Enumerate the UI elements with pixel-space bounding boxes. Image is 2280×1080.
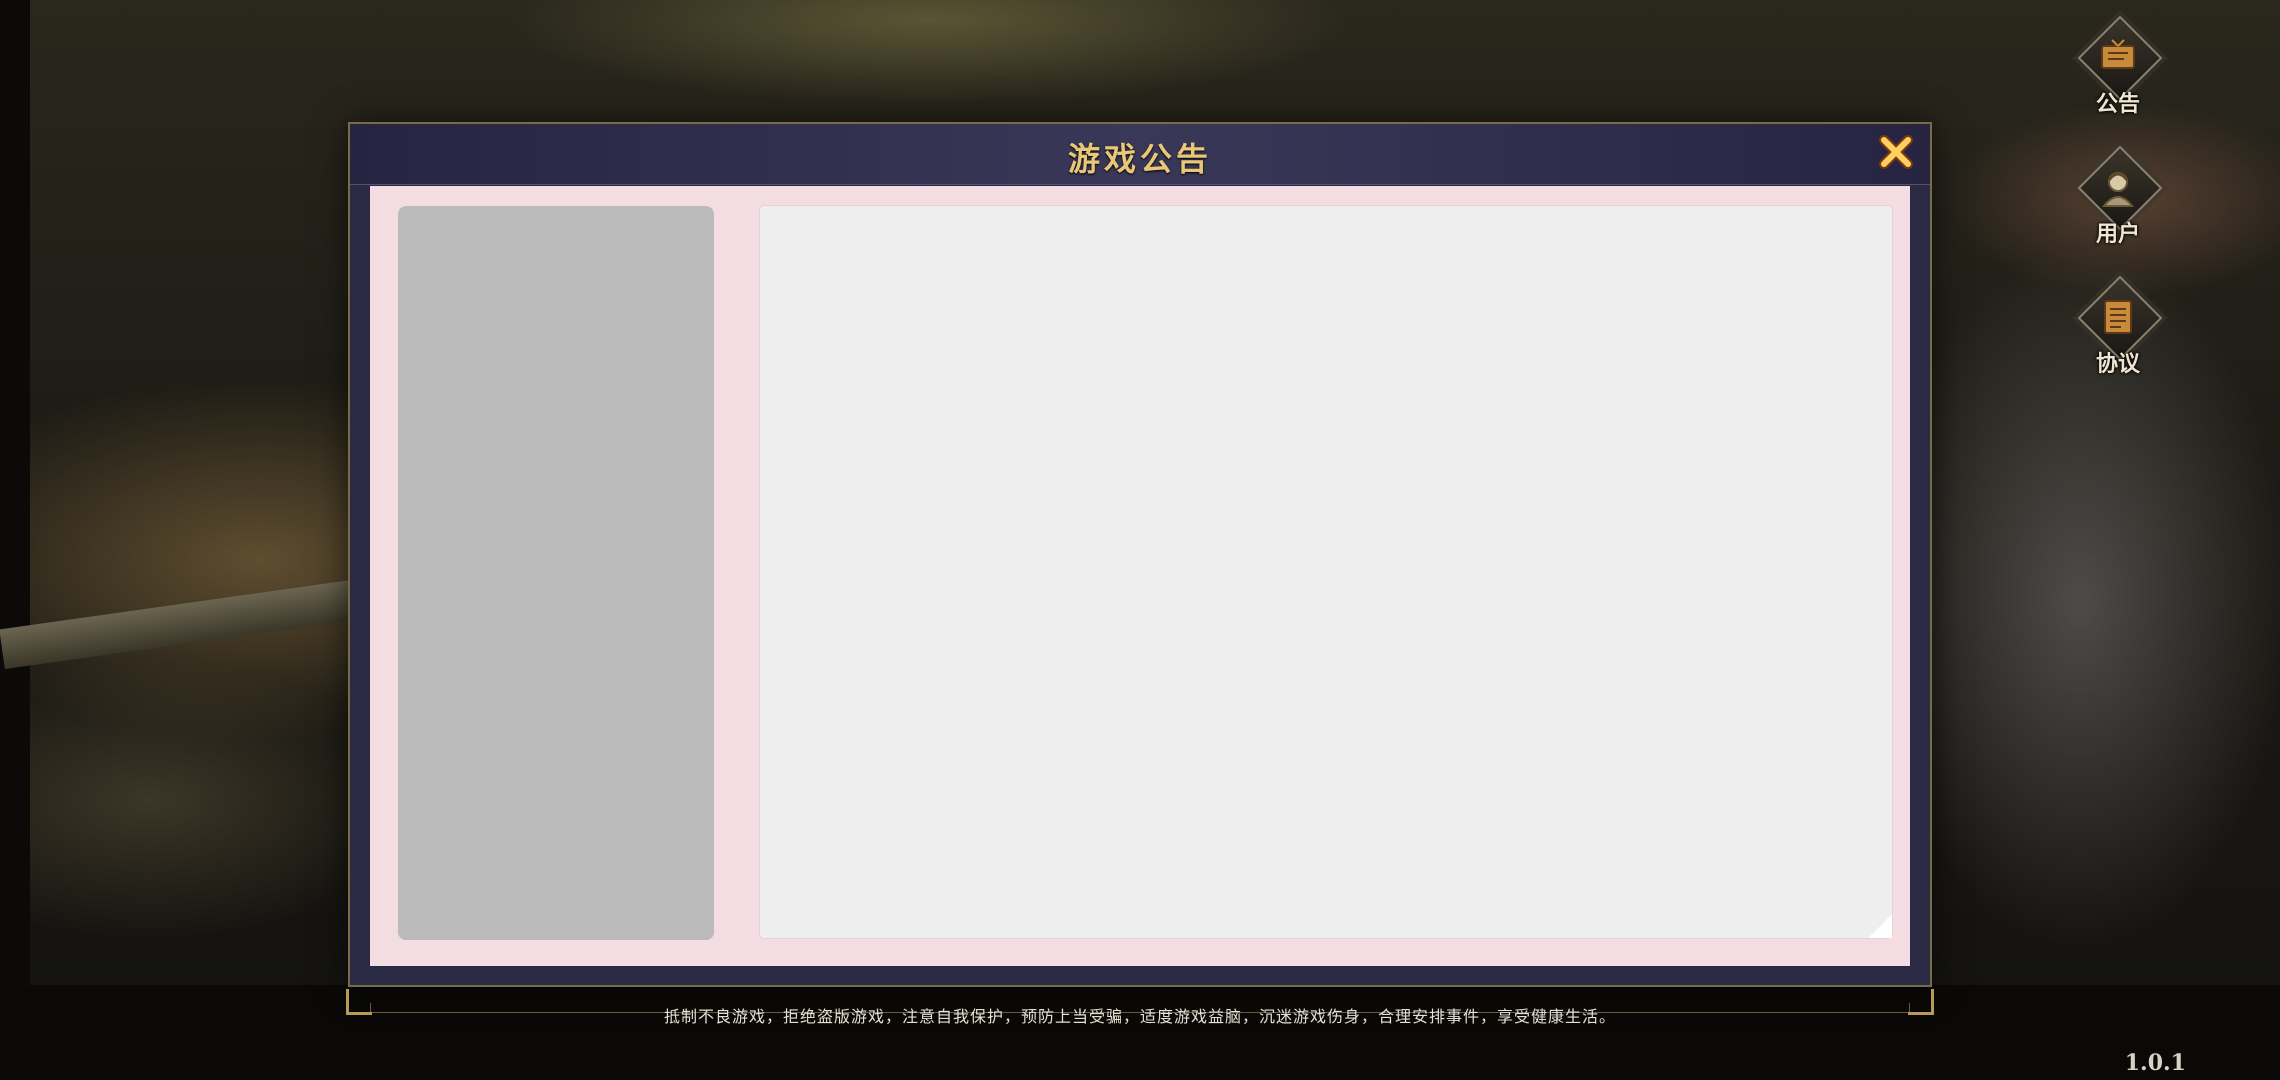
agreement-button-label: 协议: [2095, 351, 2140, 377]
announcement-dialog: 游戏公告: [346, 122, 1934, 1015]
page-curl-decoration: [1868, 914, 1892, 938]
version-label: 1.0.1: [2124, 1050, 2186, 1076]
user-avatar-icon: [2070, 168, 2166, 212]
user-button[interactable]: 用户: [2070, 145, 2166, 252]
document-icon: [2070, 298, 2166, 340]
announcement-list[interactable]: [398, 206, 714, 940]
user-button-label: 用户: [2095, 221, 2140, 247]
notice-board-icon: [2070, 38, 2166, 76]
agreement-button[interactable]: 协议: [2070, 275, 2166, 382]
close-button[interactable]: [1874, 130, 1918, 174]
health-gaming-notice: 抵制不良游戏，拒绝盗版游戏，注意自我保护，预防上当受骗，适度游戏益脑，沉迷游戏伤…: [663, 1007, 1616, 1026]
announcement-button[interactable]: 公告: [2070, 15, 2166, 122]
close-icon: [1879, 135, 1913, 169]
dialog-header: 游戏公告: [350, 124, 1930, 185]
dialog-title: 游戏公告: [1067, 140, 1212, 178]
dialog-body: [370, 186, 1910, 966]
bottom-band: [0, 985, 2280, 1080]
announcement-content-panel[interactable]: [760, 206, 1892, 938]
announcement-button-label: 公告: [2095, 91, 2140, 117]
